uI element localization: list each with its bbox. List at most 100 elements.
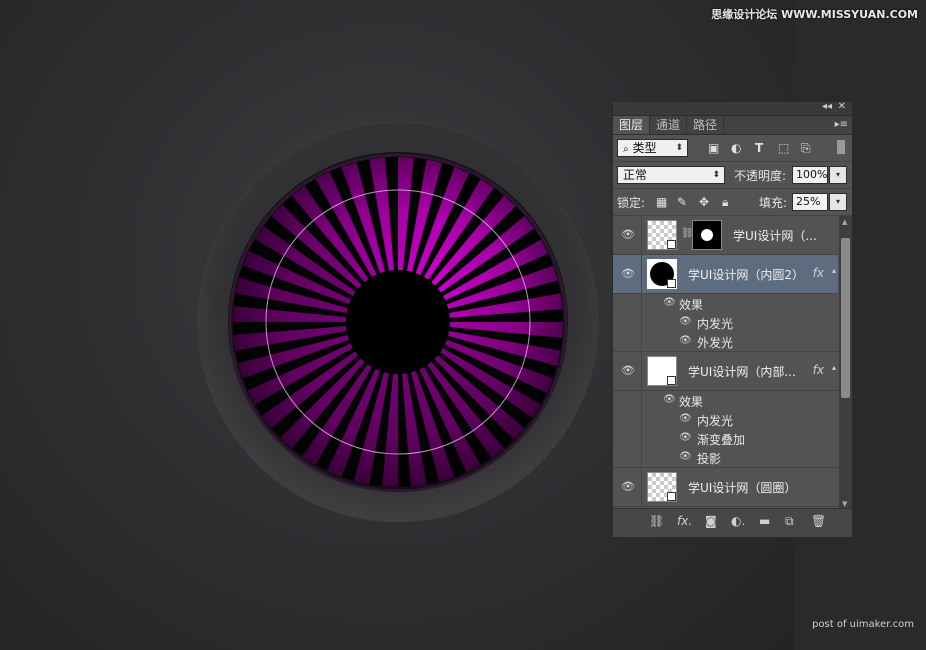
opacity-field[interactable]: 100%	[792, 166, 828, 184]
effects-eye-col	[613, 332, 642, 351]
link-layers-icon[interactable]: ⛓︎	[649, 514, 664, 528]
blend-mode-value: 正常	[623, 168, 648, 182]
tab-paths[interactable]: 路径	[687, 116, 725, 134]
scroll-up-icon[interactable]: ▲	[842, 218, 847, 226]
layer-row[interactable]: 👁︎ 学UI设计网（内部... fx ▴	[613, 352, 838, 391]
close-icon[interactable]: ✕	[838, 101, 846, 112]
eye-icon[interactable]: 👁︎	[679, 316, 692, 327]
add-style-icon[interactable]: fx.	[677, 514, 692, 528]
smartobject-badge	[667, 492, 676, 501]
updown-icon: ⬍	[675, 143, 683, 153]
effect-label: 投影	[697, 452, 722, 466]
filter-toggle-icon[interactable]	[837, 140, 845, 154]
fx-icon[interactable]: fx	[813, 363, 824, 377]
new-group-icon[interactable]: ▬	[759, 514, 770, 528]
effect-item[interactable]: 👁︎ 内发光	[613, 313, 838, 332]
pixel-filter-icon[interactable]: ▣	[708, 141, 719, 155]
lock-position-icon[interactable]: ✥	[699, 195, 709, 209]
layer-thumbnail	[647, 220, 677, 250]
layer-name[interactable]: 学UI设计网（内部...	[688, 363, 796, 380]
effects-eye-col	[613, 410, 642, 429]
delete-layer-icon[interactable]: 🗑︎	[811, 514, 826, 528]
eye-icon[interactable]: 👁︎	[663, 394, 676, 405]
opacity-dropdown[interactable]: ▾	[829, 166, 847, 184]
layer-mask-thumbnail[interactable]	[692, 220, 722, 250]
eye-icon[interactable]: 👁︎	[679, 451, 692, 462]
effects-eye-col	[613, 391, 642, 410]
fill-dropdown[interactable]: ▾	[829, 193, 847, 211]
fill-label: 填充:	[759, 196, 788, 210]
tab-channels[interactable]: 通道	[650, 116, 688, 134]
layer-thumbnail	[647, 472, 677, 502]
layers-list: 👁︎ ⛓︎ 学UI设计网（... 👁︎ 学UI设计网（内圆2） fx ▴ 👁︎ …	[613, 216, 838, 510]
effect-label: 内发光	[697, 317, 734, 331]
layer-thumbnail	[647, 259, 677, 289]
lock-label: 锁定:	[617, 196, 646, 210]
effect-label: 外发光	[697, 336, 734, 350]
layer-name[interactable]: 学UI设计网（...	[733, 227, 817, 244]
lock-all-icon[interactable]: 🔒︎	[722, 195, 728, 210]
layer-name[interactable]: 学UI设计网（圆圈）	[688, 479, 796, 496]
effects-label: 效果	[679, 395, 704, 409]
panel-menu-icon[interactable]: ▸≡	[835, 116, 852, 134]
effect-item[interactable]: 👁︎ 外发光	[613, 332, 838, 352]
scroll-down-icon[interactable]: ▼	[842, 500, 847, 508]
scroll-thumb[interactable]	[841, 238, 850, 398]
blend-mode-select[interactable]: 正常 ⬍	[617, 166, 725, 184]
effect-item[interactable]: 👁︎ 渐变叠加	[613, 429, 838, 448]
layers-panel: ◂◂ ✕ 图层 通道 路径 ▸≡ ⌕ 类型 ⬍ ▣ ◐ T ⬚ ⎘ 正常 ⬍ 不…	[612, 101, 853, 538]
pupil	[346, 270, 450, 374]
smartobject-badge	[667, 240, 676, 249]
effects-eye-col	[613, 313, 642, 332]
fill-field[interactable]: 25%	[792, 193, 828, 211]
panel-titlebar[interactable]: ◂◂ ✕	[613, 101, 852, 116]
new-adjustment-icon[interactable]: ◐.	[731, 514, 745, 528]
smartobject-badge	[667, 376, 676, 385]
type-filter-icon[interactable]: T	[755, 141, 763, 155]
visibility-toggle[interactable]: 👁︎	[613, 468, 642, 506]
tab-layers[interactable]: 图层	[613, 116, 651, 134]
effect-item[interactable]: 👁︎ 投影	[613, 448, 838, 468]
visibility-toggle[interactable]: 👁︎	[613, 255, 642, 293]
layer-thumbnail	[647, 356, 677, 386]
add-mask-icon[interactable]: ◙	[705, 514, 717, 528]
eye-icon[interactable]: 👁︎	[679, 335, 692, 346]
layer-row[interactable]: 👁︎ ⛓︎ 学UI设计网（...	[613, 216, 838, 255]
panel-tabs: 图层 通道 路径 ▸≡	[613, 116, 852, 135]
eye-icon[interactable]: 👁︎	[679, 413, 692, 424]
layer-name[interactable]: 学UI设计网（内圆2）	[688, 266, 804, 283]
visibility-toggle[interactable]: 👁︎	[613, 352, 642, 390]
effects-header[interactable]: 👁︎ 效果	[613, 294, 838, 313]
eye-icon[interactable]: 👁︎	[663, 297, 676, 308]
visibility-toggle[interactable]: 👁︎	[613, 216, 642, 254]
adjustment-filter-icon[interactable]: ◐	[731, 141, 741, 155]
updown-icon: ⬍	[712, 170, 720, 180]
filter-kind-select[interactable]: ⌕ 类型 ⬍	[617, 139, 688, 157]
effects-eye-col	[613, 294, 642, 313]
smartobject-badge	[667, 279, 676, 288]
effect-label: 内发光	[697, 414, 734, 428]
effects-eye-col	[613, 448, 642, 467]
layer-row[interactable]: 👁︎ 学UI设计网（圆圈）	[613, 468, 838, 507]
opacity-label: 不透明度:	[734, 169, 787, 183]
effects-eye-col	[613, 429, 642, 448]
fx-icon[interactable]: fx	[813, 266, 824, 280]
new-layer-icon[interactable]: ⧉	[785, 514, 794, 529]
blend-row: 正常 ⬍ 不透明度: 100% ▾	[613, 162, 852, 189]
layer-row-selected[interactable]: 👁︎ 学UI设计网（内圆2） fx ▴	[613, 255, 838, 294]
eye-icon[interactable]: 👁︎	[679, 432, 692, 443]
effect-label: 渐变叠加	[697, 433, 746, 447]
layers-scrollbar[interactable]: ▲ ▼	[839, 216, 852, 510]
collapse-effects-icon[interactable]: ▴	[832, 266, 836, 275]
lock-transparent-icon[interactable]: ▦	[656, 195, 667, 209]
filter-kind-value: 类型	[632, 141, 657, 155]
panel-footer: ⛓︎ fx. ◙ ◐. ▬ ⧉ 🗑︎	[613, 508, 852, 537]
effect-item[interactable]: 👁︎ 内发光	[613, 410, 838, 429]
lock-pixels-icon[interactable]: ✎	[677, 195, 687, 209]
effects-header[interactable]: 👁︎ 效果	[613, 391, 838, 410]
collapse-icon[interactable]: ◂◂	[822, 101, 832, 112]
shape-filter-icon[interactable]: ⬚	[778, 141, 789, 155]
collapse-effects-icon[interactable]: ▴	[832, 363, 836, 372]
watermark-top: 思缘设计论坛 WWW.MISSYUAN.COM	[711, 8, 918, 21]
smartobject-filter-icon[interactable]: ⎘	[801, 141, 811, 156]
